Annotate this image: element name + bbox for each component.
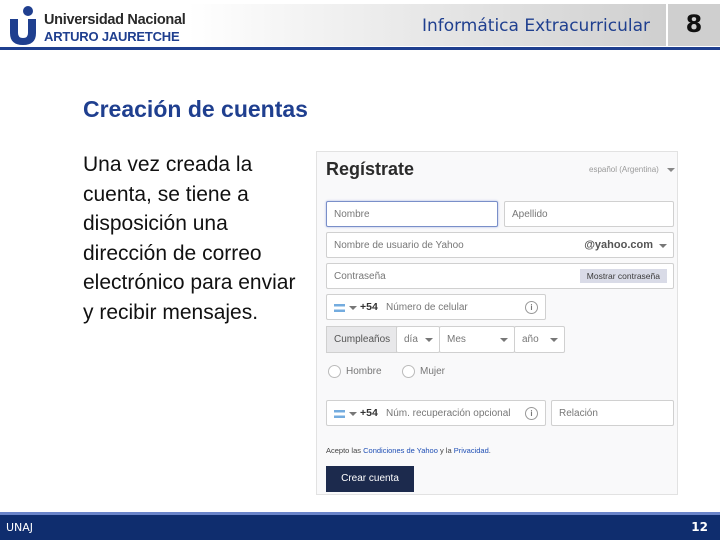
chevron-down-icon[interactable] xyxy=(659,244,667,248)
birthday-label: Cumpleaños xyxy=(334,334,391,345)
course-title: Informática Extracurricular xyxy=(421,16,650,36)
last-name-placeholder: Apellido xyxy=(512,209,548,220)
unit-number: 8 xyxy=(685,10,703,38)
argentina-flag-icon[interactable] xyxy=(334,410,345,418)
unaj-logo-icon xyxy=(10,6,36,45)
terms-text: Acepto las Condiciones de Yahoo y la Pri… xyxy=(326,446,491,455)
mobile-placeholder: Número de celular xyxy=(386,302,468,313)
header: Universidad Nacional ARTURO JAURETCHE In… xyxy=(0,0,720,50)
chevron-down-icon[interactable] xyxy=(349,306,357,310)
university-logo: Universidad Nacional ARTURO JAURETCHE xyxy=(4,3,186,47)
chevron-down-icon[interactable] xyxy=(425,338,433,342)
birth-month-select[interactable]: Mes xyxy=(439,326,515,353)
slide-body-text: Una vez creada la cuenta, se tiene a dis… xyxy=(83,153,296,324)
relation-placeholder: Relación xyxy=(559,408,598,419)
show-password-button[interactable]: Mostrar contraseña xyxy=(579,269,667,283)
domain-suffix[interactable]: @yahoo.com xyxy=(584,239,653,251)
language-selector[interactable]: español (Argentina) xyxy=(589,165,659,174)
birth-day-select[interactable]: día xyxy=(396,326,440,353)
username-input[interactable]: Nombre de usuario de Yahoo @yahoo.com xyxy=(326,232,674,258)
terms-suffix: . xyxy=(488,446,491,455)
gender-female-radio[interactable] xyxy=(402,365,415,378)
chevron-down-icon[interactable] xyxy=(349,412,357,416)
chevron-down-icon[interactable] xyxy=(550,338,558,342)
footer-institution: UNAJ xyxy=(6,521,34,534)
terms-prefix: Acepto las xyxy=(326,446,364,455)
gender-female-label[interactable]: Mujer xyxy=(420,366,445,377)
first-name-input[interactable]: Nombre xyxy=(326,201,498,227)
page-number: 12 xyxy=(691,520,708,534)
gender-male-label[interactable]: Hombre xyxy=(346,366,382,377)
recovery-country-code: +54 xyxy=(360,407,378,419)
info-icon[interactable]: i xyxy=(525,407,538,420)
info-icon[interactable]: i xyxy=(525,301,538,314)
recovery-number-input[interactable]: +54 Núm. recuperación opcional i xyxy=(326,400,546,426)
footer: UNAJ 12 xyxy=(0,512,720,540)
mobile-number-input[interactable]: +54 Número de celular i xyxy=(326,294,546,320)
relation-select[interactable]: Relación xyxy=(551,400,674,426)
footer-divider xyxy=(0,512,720,515)
recovery-placeholder: Núm. recuperación opcional xyxy=(386,408,511,419)
logo-university-name: Universidad Nacional xyxy=(44,12,186,28)
terms-middle: y la xyxy=(437,446,454,455)
first-name-placeholder: Nombre xyxy=(334,209,370,220)
username-placeholder: Nombre de usuario de Yahoo xyxy=(334,240,464,251)
unit-number-box: 8 xyxy=(668,4,720,46)
birthday-label-box: Cumpleaños xyxy=(326,326,397,353)
header-divider xyxy=(0,47,720,50)
month-placeholder: Mes xyxy=(447,334,466,345)
argentina-flag-icon[interactable] xyxy=(334,304,345,312)
course-title-bar: Informática Extracurricular xyxy=(188,4,666,46)
slide-title: Creación de cuentas xyxy=(83,96,308,122)
chevron-down-icon[interactable] xyxy=(500,338,508,342)
yahoo-signup-form: Regístrate español (Argentina) Nombre Ap… xyxy=(316,151,678,495)
country-code: +54 xyxy=(360,301,378,313)
form-title: Regístrate xyxy=(326,159,415,179)
last-name-input[interactable]: Apellido xyxy=(504,201,674,227)
create-account-button[interactable]: Crear cuenta xyxy=(326,466,414,492)
gender-male-radio[interactable] xyxy=(328,365,341,378)
chevron-down-icon[interactable] xyxy=(667,168,675,172)
birth-year-select[interactable]: año xyxy=(514,326,565,353)
password-placeholder: Contraseña xyxy=(334,271,386,282)
year-placeholder: año xyxy=(522,334,539,345)
terms-link[interactable]: Condiciones de Yahoo xyxy=(363,446,438,455)
privacy-link[interactable]: Privacidad xyxy=(454,446,489,455)
logo-university-subtitle: ARTURO JAURETCHE xyxy=(44,29,180,44)
day-placeholder: día xyxy=(404,334,418,345)
password-input[interactable]: Contraseña Mostrar contraseña xyxy=(326,263,674,289)
